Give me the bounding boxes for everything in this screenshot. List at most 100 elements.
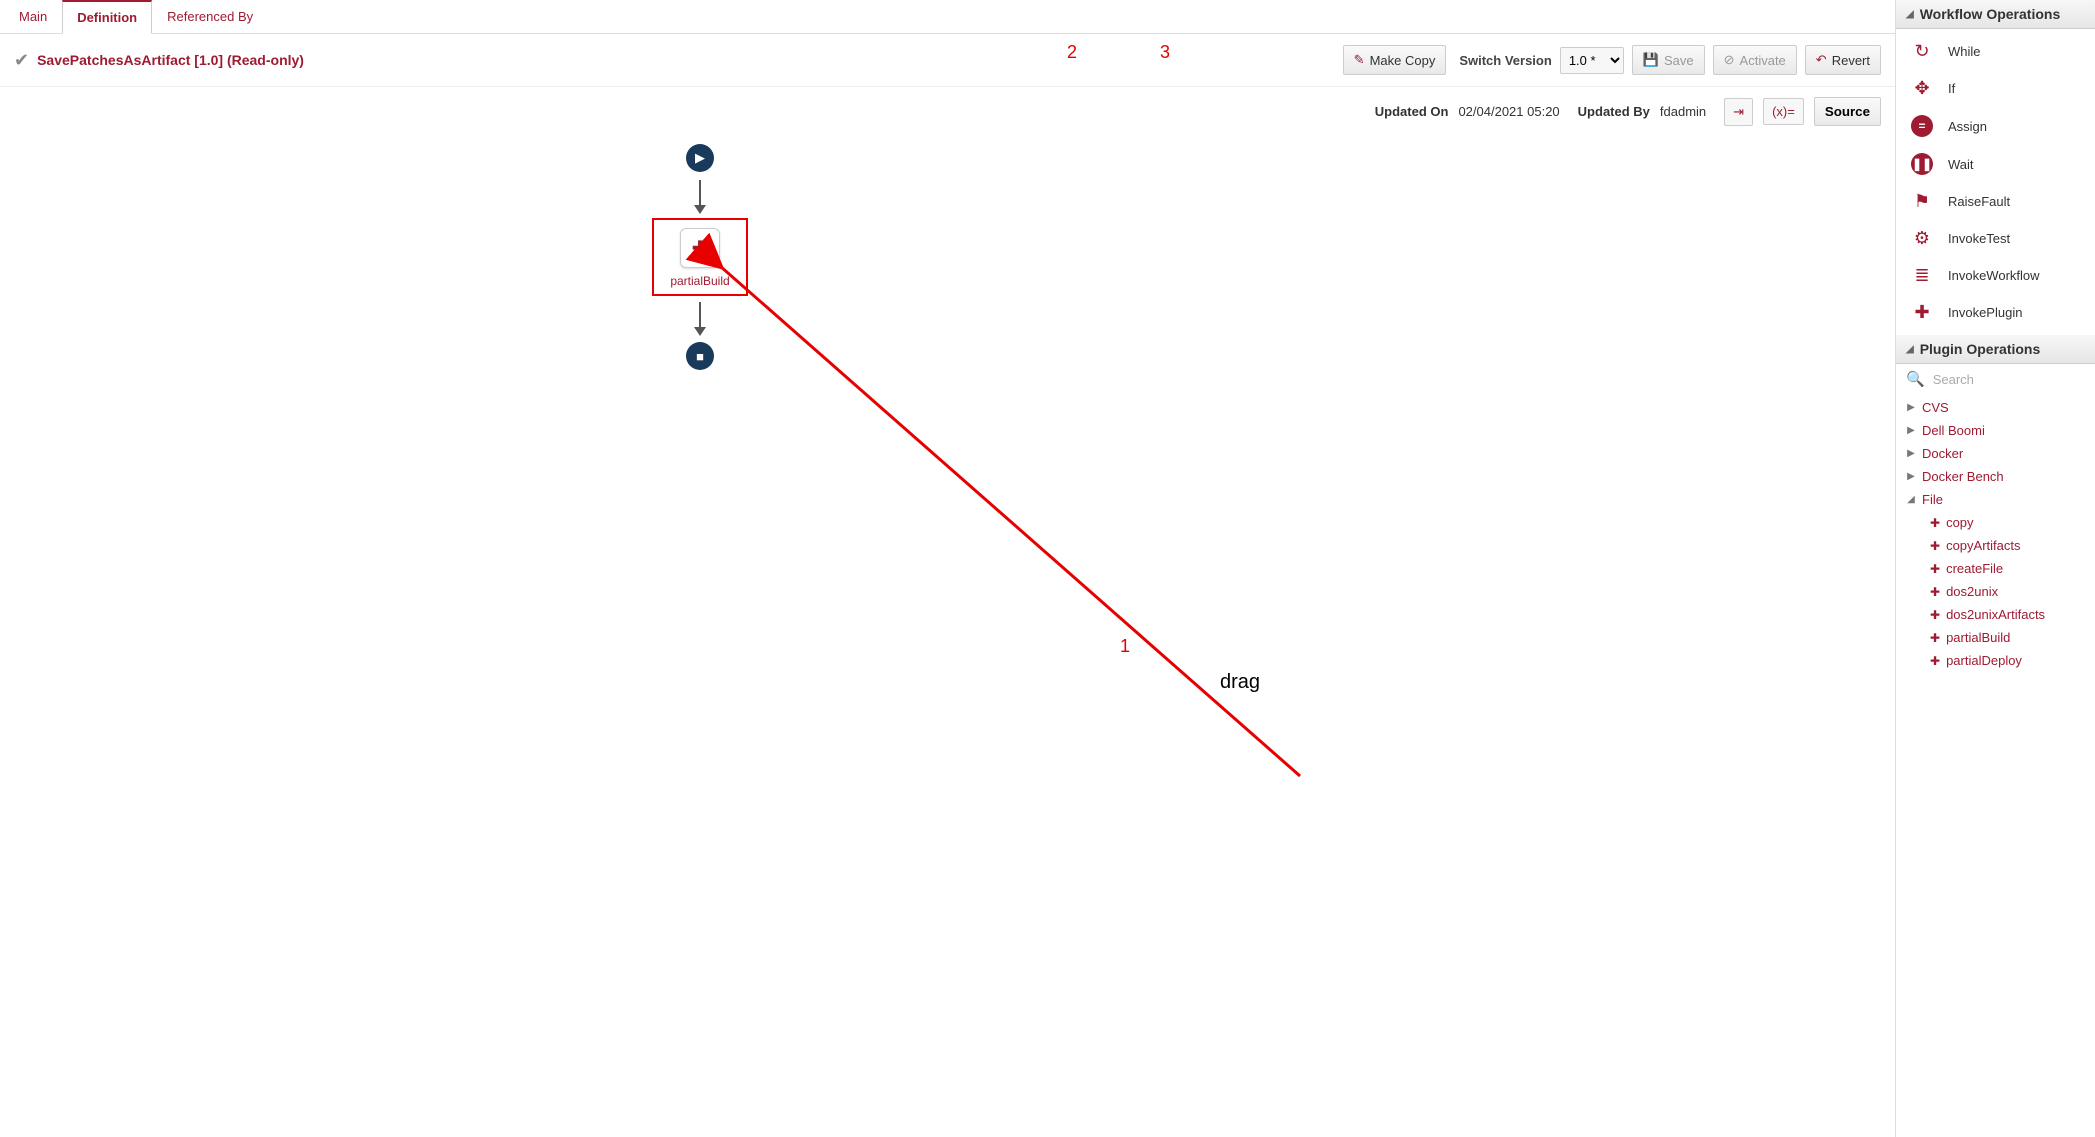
puzzle-icon: ✚ bbox=[680, 228, 720, 268]
page-title: SavePatchesAsArtifact [1.0] (Read-only) bbox=[37, 52, 1335, 68]
end-node[interactable]: ■ bbox=[686, 342, 714, 370]
workflow-op-list: ↻ While ✥ If = Assign ❚❚Wait⚑RaiseFault ⚙ Invoke… bbox=[1896, 29, 2095, 335]
workflow-op-label: If bbox=[1948, 81, 1955, 96]
while-icon: ↻ bbox=[1908, 41, 1936, 62]
workflow-op-label: InvokePlugin bbox=[1948, 305, 2022, 320]
plugin-item-copyartifacts[interactable]: ✚copyArtifacts bbox=[1896, 534, 2095, 557]
workflow-op-raise[interactable]: ⚑RaiseFault bbox=[1896, 183, 2095, 220]
caret-right-icon: ▶ bbox=[1906, 471, 1916, 482]
annotation-1: 1 bbox=[1120, 636, 1130, 657]
variable-icon: (x)= bbox=[1772, 104, 1795, 119]
plugin-item-partialdeploy[interactable]: ✚ partialDeploy bbox=[1896, 649, 2095, 672]
caret-down-icon: ◢ bbox=[1906, 494, 1916, 505]
version-select[interactable]: 1.0 * bbox=[1560, 47, 1624, 74]
tab-definition[interactable]: Definition bbox=[62, 0, 152, 34]
plugin-category-label: Dell Boomi bbox=[1922, 423, 1985, 438]
plugin-category-file[interactable]: ◢ File bbox=[1896, 488, 2095, 511]
plugin-node-label: partialBuild bbox=[670, 274, 729, 288]
header: ✔ SavePatchesAsArtifact [1.0] (Read-only… bbox=[0, 34, 1895, 87]
annotation-drag: drag bbox=[1220, 671, 1260, 694]
tabs: Main Definition Referenced By bbox=[0, 0, 1895, 34]
workflow-op-wait[interactable]: ❚❚Wait bbox=[1896, 145, 2095, 183]
make-copy-button[interactable]: ✎ Make Copy bbox=[1343, 45, 1447, 75]
tab-main[interactable]: Main bbox=[4, 0, 62, 34]
plugin-item-partialbuild[interactable]: ✚partialBuild bbox=[1896, 626, 2095, 649]
revert-button[interactable]: ↶ Revert bbox=[1805, 45, 1881, 75]
plugin-item-label: createFile bbox=[1946, 561, 2003, 576]
plugin-ops-header[interactable]: ◢ Plugin Operations bbox=[1896, 335, 2095, 364]
activate-button[interactable]: ⊘ Activate bbox=[1713, 45, 1797, 75]
workflow-op-label: While bbox=[1948, 44, 1981, 59]
start-node[interactable]: ▶ bbox=[686, 144, 714, 172]
puzzle-icon: ✚ bbox=[1930, 585, 1940, 599]
switch-version-label: Switch Version bbox=[1459, 53, 1551, 68]
plugin-item-createfile[interactable]: ✚ createFile bbox=[1896, 557, 2095, 580]
workflow-op-invokeplugin[interactable]: ✚ InvokePlugin bbox=[1896, 294, 2095, 331]
invoketest-icon: ⚙ bbox=[1908, 228, 1936, 249]
workflow-ops-header[interactable]: ◢ Workflow Operations bbox=[1896, 0, 2095, 29]
wait-icon: ❚❚ bbox=[1908, 153, 1936, 175]
workflow-op-label: Assign bbox=[1948, 119, 1987, 134]
plugin-category-docker-bench[interactable]: ▶Docker Bench bbox=[1896, 465, 2095, 488]
plugin-item-label: copyArtifacts bbox=[1946, 538, 2020, 553]
if-icon: ✥ bbox=[1908, 78, 1936, 99]
sidebar: ◢ Workflow Operations ↻ While ✥ If = Assign ❚❚… bbox=[1895, 0, 2095, 1137]
plugin-ops-title: Plugin Operations bbox=[1920, 341, 2041, 357]
plugin-search-input[interactable] bbox=[1933, 372, 2095, 387]
plugin-category-dell-boomi[interactable]: ▶Dell Boomi bbox=[1896, 419, 2095, 442]
caret-right-icon: ▶ bbox=[1906, 402, 1916, 413]
assign-icon: = bbox=[1908, 115, 1936, 137]
import-button[interactable]: ⇥ bbox=[1724, 98, 1753, 126]
search-icon: 🔍 bbox=[1906, 370, 1925, 388]
plugin-category-docker[interactable]: ▶ Docker bbox=[1896, 442, 2095, 465]
workflow-ops-title: Workflow Operations bbox=[1920, 6, 2061, 22]
arrow-icon bbox=[699, 180, 701, 212]
activate-label: Activate bbox=[1740, 53, 1786, 68]
save-button[interactable]: 💾 Save bbox=[1632, 45, 1705, 75]
arrow-icon bbox=[699, 302, 701, 334]
plugin-item-dos2unix[interactable]: ✚ dos2unix bbox=[1896, 580, 2095, 603]
plugin-item-label: copy bbox=[1946, 515, 1973, 530]
plugin-tree: ▶CVS▶Dell Boomi▶Docker▶Docker Bench◢File… bbox=[1896, 394, 2095, 678]
collapse-icon: ◢ bbox=[1906, 9, 1914, 20]
make-copy-label: Make Copy bbox=[1370, 53, 1436, 68]
workflow-canvas[interactable]: ▶ ✚ partialBuild ■ 1 drag bbox=[0, 136, 1895, 1137]
raise-icon: ⚑ bbox=[1908, 191, 1936, 212]
updated-on-label: Updated On bbox=[1375, 104, 1449, 119]
plugin-category-label: File bbox=[1922, 492, 1943, 507]
annotation-3: 3 bbox=[1160, 42, 1170, 63]
activate-icon: ⊘ bbox=[1724, 52, 1735, 68]
workflow-op-invokewf[interactable]: ≣InvokeWorkflow bbox=[1896, 257, 2095, 294]
plugin-item-label: dos2unixArtifacts bbox=[1946, 607, 2045, 622]
workflow-op-while[interactable]: ↻ While bbox=[1896, 33, 2095, 70]
invokeplugin-icon: ✚ bbox=[1908, 302, 1936, 323]
plugin-category-cvs[interactable]: ▶ CVS bbox=[1896, 396, 2095, 419]
info-row: Updated On 02/04/2021 05:20 Updated By f… bbox=[0, 87, 1895, 136]
save-label: Save bbox=[1664, 53, 1694, 68]
plugin-category-label: CVS bbox=[1922, 400, 1949, 415]
save-icon: 💾 bbox=[1643, 52, 1659, 68]
plugin-item-copy[interactable]: ✚copy bbox=[1896, 511, 2095, 534]
tab-referenced[interactable]: Referenced By bbox=[152, 0, 268, 34]
updated-by-label: Updated By bbox=[1578, 104, 1650, 119]
caret-right-icon: ▶ bbox=[1906, 448, 1916, 459]
puzzle-icon: ✚ bbox=[1930, 562, 1940, 576]
puzzle-icon: ✚ bbox=[1930, 608, 1940, 622]
workflow-op-label: InvokeTest bbox=[1948, 231, 2010, 246]
plugin-item-dos2unixartifacts[interactable]: ✚ dos2unixArtifacts bbox=[1896, 603, 2095, 626]
plugin-node-partialbuild[interactable]: ✚ partialBuild bbox=[652, 218, 747, 296]
puzzle-icon: ✚ bbox=[1930, 654, 1940, 668]
plugin-item-label: dos2unix bbox=[1946, 584, 1998, 599]
updated-on-value: 02/04/2021 05:20 bbox=[1458, 104, 1559, 119]
workflow-op-if[interactable]: ✥ If bbox=[1896, 70, 2095, 107]
plugin-category-label: Docker bbox=[1922, 446, 1963, 461]
invokewf-icon: ≣ bbox=[1908, 265, 1936, 286]
source-button[interactable]: Source bbox=[1814, 97, 1881, 126]
pencil-icon: ✎ bbox=[1354, 52, 1365, 68]
plugin-item-label: partialDeploy bbox=[1946, 653, 2022, 668]
import-icon: ⇥ bbox=[1733, 104, 1744, 119]
variables-button[interactable]: (x)= bbox=[1763, 98, 1804, 125]
plugin-search-row: 🔍 bbox=[1896, 364, 2095, 394]
workflow-op-invoketest[interactable]: ⚙ InvokeTest bbox=[1896, 220, 2095, 257]
workflow-op-assign[interactable]: = Assign bbox=[1896, 107, 2095, 145]
